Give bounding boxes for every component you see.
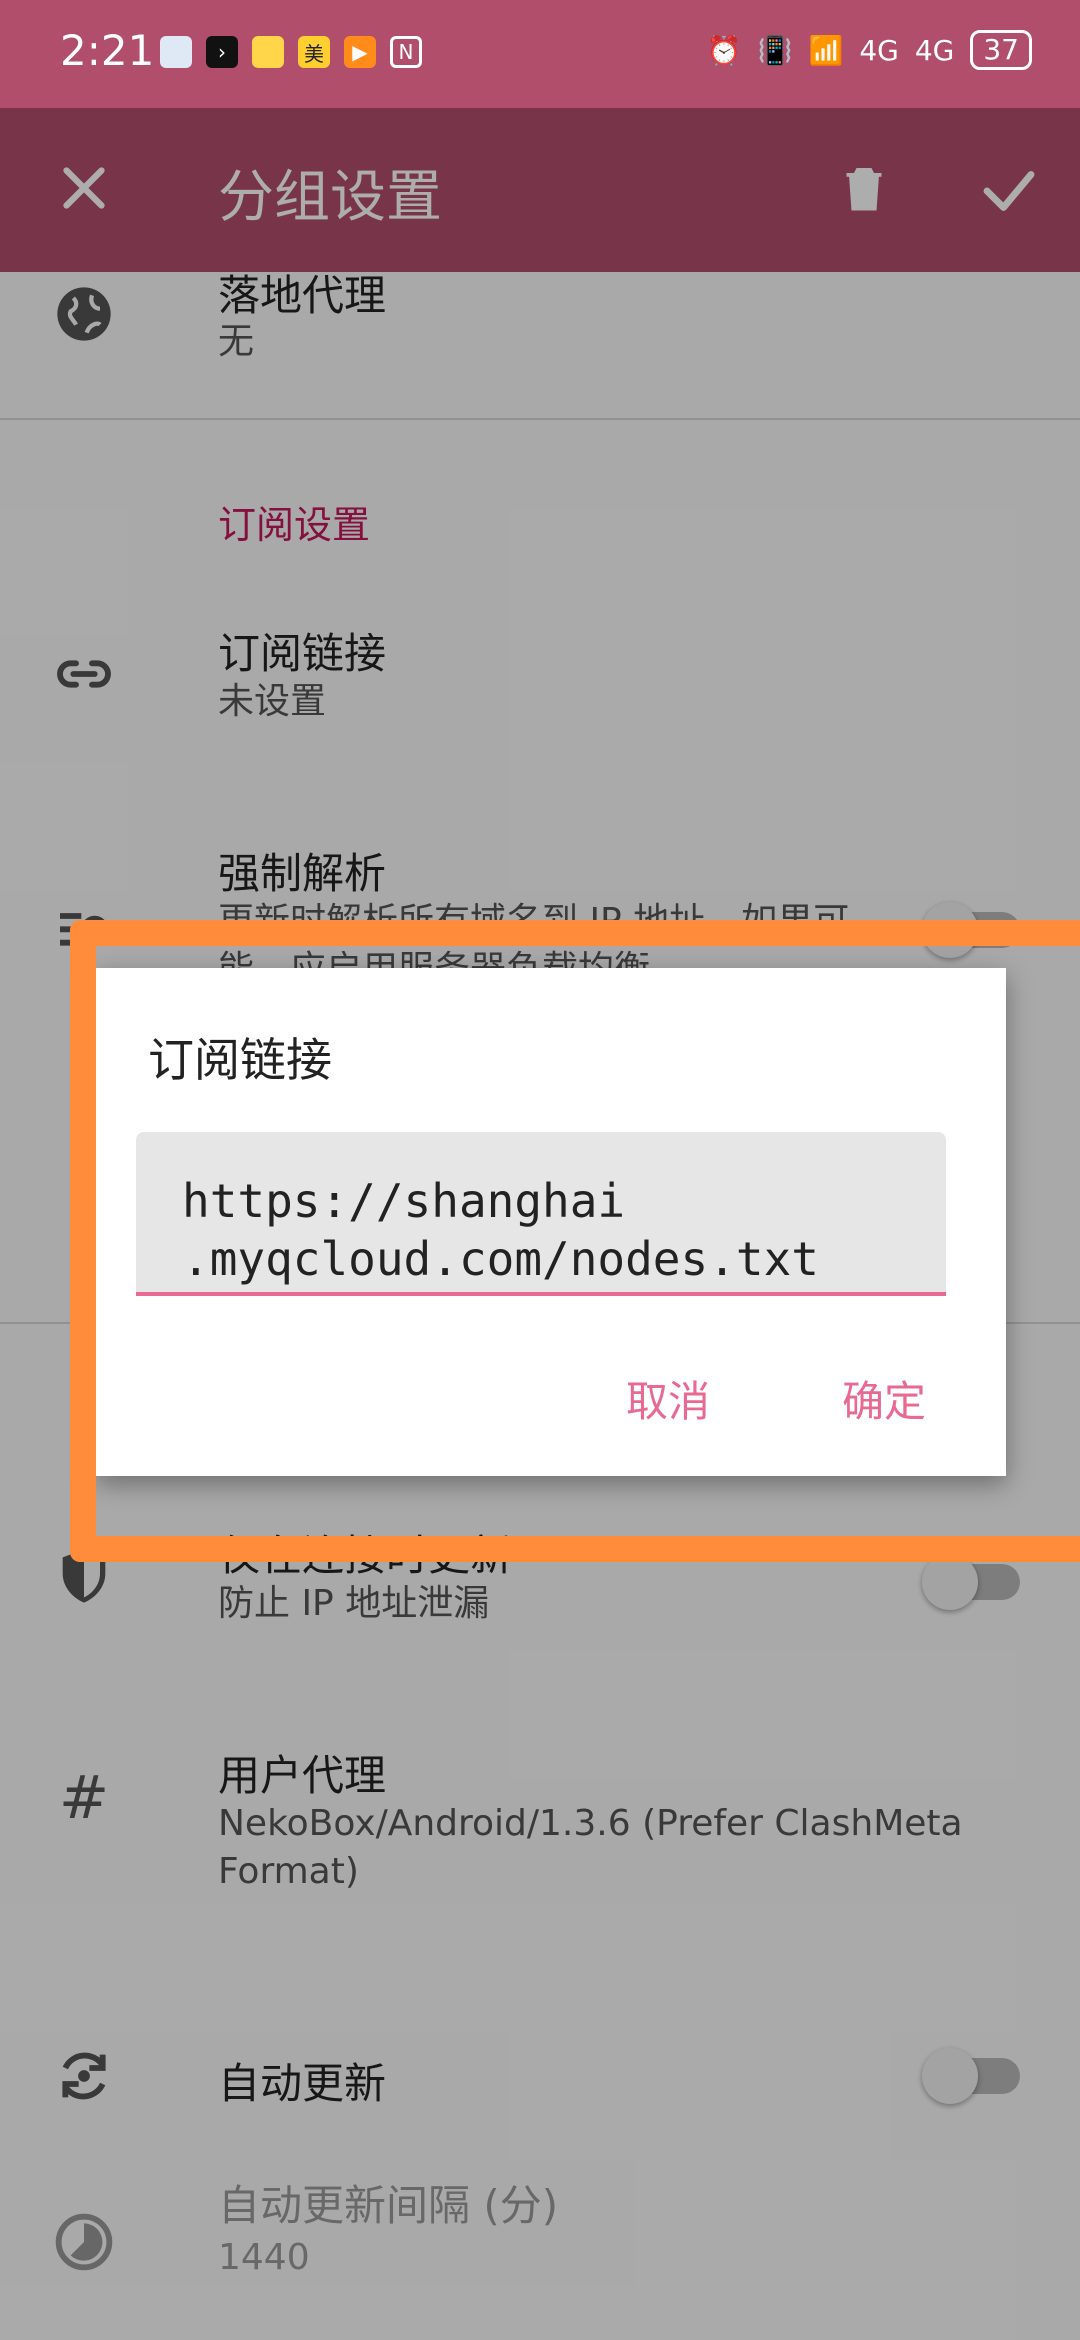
alarm-icon: ⏰ (706, 33, 742, 67)
signal-4g-icon: 4G (859, 33, 899, 67)
battery-indicator: 37 (970, 30, 1032, 70)
nfc-icon: N (390, 36, 422, 68)
wifi-icon: 📶 (808, 33, 844, 67)
status-app-icons: › 美 ▶ N (160, 36, 422, 68)
highlight-frame (70, 920, 1080, 1562)
status-bar: 2:21 › 美 ▶ N ⏰ 📳 📶 4G 4G 37 (0, 0, 1080, 108)
folder-icon (252, 36, 284, 68)
terminal-icon: › (206, 36, 238, 68)
app-notification-icon (160, 36, 192, 68)
status-indicators: ⏰ 📳 📶 4G 4G 37 (707, 30, 1032, 70)
meituan-icon: 美 (298, 36, 330, 68)
vibrate-icon: 📳 (757, 33, 793, 67)
status-time: 2:21 (60, 26, 155, 75)
signal-4g-icon-2: 4G (914, 33, 955, 67)
play-icon: ▶ (344, 36, 376, 68)
